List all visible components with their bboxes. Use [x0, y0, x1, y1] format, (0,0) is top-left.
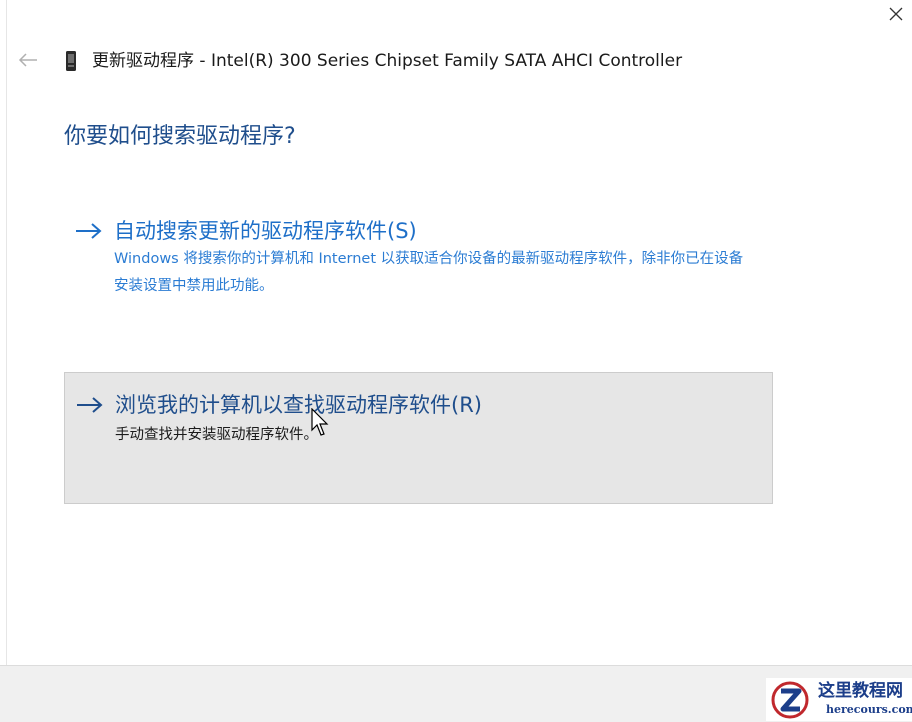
update-driver-window: 更新驱动程序 - Intel(R) 300 Series Chipset Fam…: [0, 0, 912, 722]
browse-computer-option[interactable]: 浏览我的计算机以查找驱动程序软件(R) 手动查找并安装驱动程序软件。: [64, 372, 773, 504]
back-arrow-icon: [18, 53, 37, 67]
back-button[interactable]: [14, 46, 42, 74]
close-button[interactable]: [880, 0, 912, 28]
watermark-name: 这里教程网: [818, 681, 903, 701]
arrow-right-icon: [77, 397, 103, 413]
watermark-domain: herecours.com: [826, 703, 912, 716]
auto-search-title: 自动搜索更新的驱动程序软件(S): [114, 219, 417, 243]
mouse-cursor-icon: [311, 408, 329, 436]
close-icon: [889, 7, 903, 21]
watermark-z-logo-icon: [771, 681, 809, 719]
page-heading: 你要如何搜索驱动程序?: [64, 124, 296, 149]
arrow-right-icon: [76, 223, 102, 239]
auto-search-option[interactable]: 自动搜索更新的驱动程序软件(S) Windows 将搜索你的计算机和 Inter…: [64, 206, 773, 316]
browse-computer-title: 浏览我的计算机以查找驱动程序软件(R): [115, 393, 482, 417]
window-title: 更新驱动程序 - Intel(R) 300 Series Chipset Fam…: [92, 51, 683, 71]
window-left-edge: [0, 0, 7, 665]
browse-computer-description: 手动查找并安装驱动程序软件。: [115, 427, 318, 443]
device-icon: [66, 51, 76, 71]
watermark-logo: 这里教程网 herecours.com: [766, 678, 912, 721]
auto-search-description: Windows 将搜索你的计算机和 Internet 以获取适合你设备的最新驱动…: [114, 251, 744, 294]
